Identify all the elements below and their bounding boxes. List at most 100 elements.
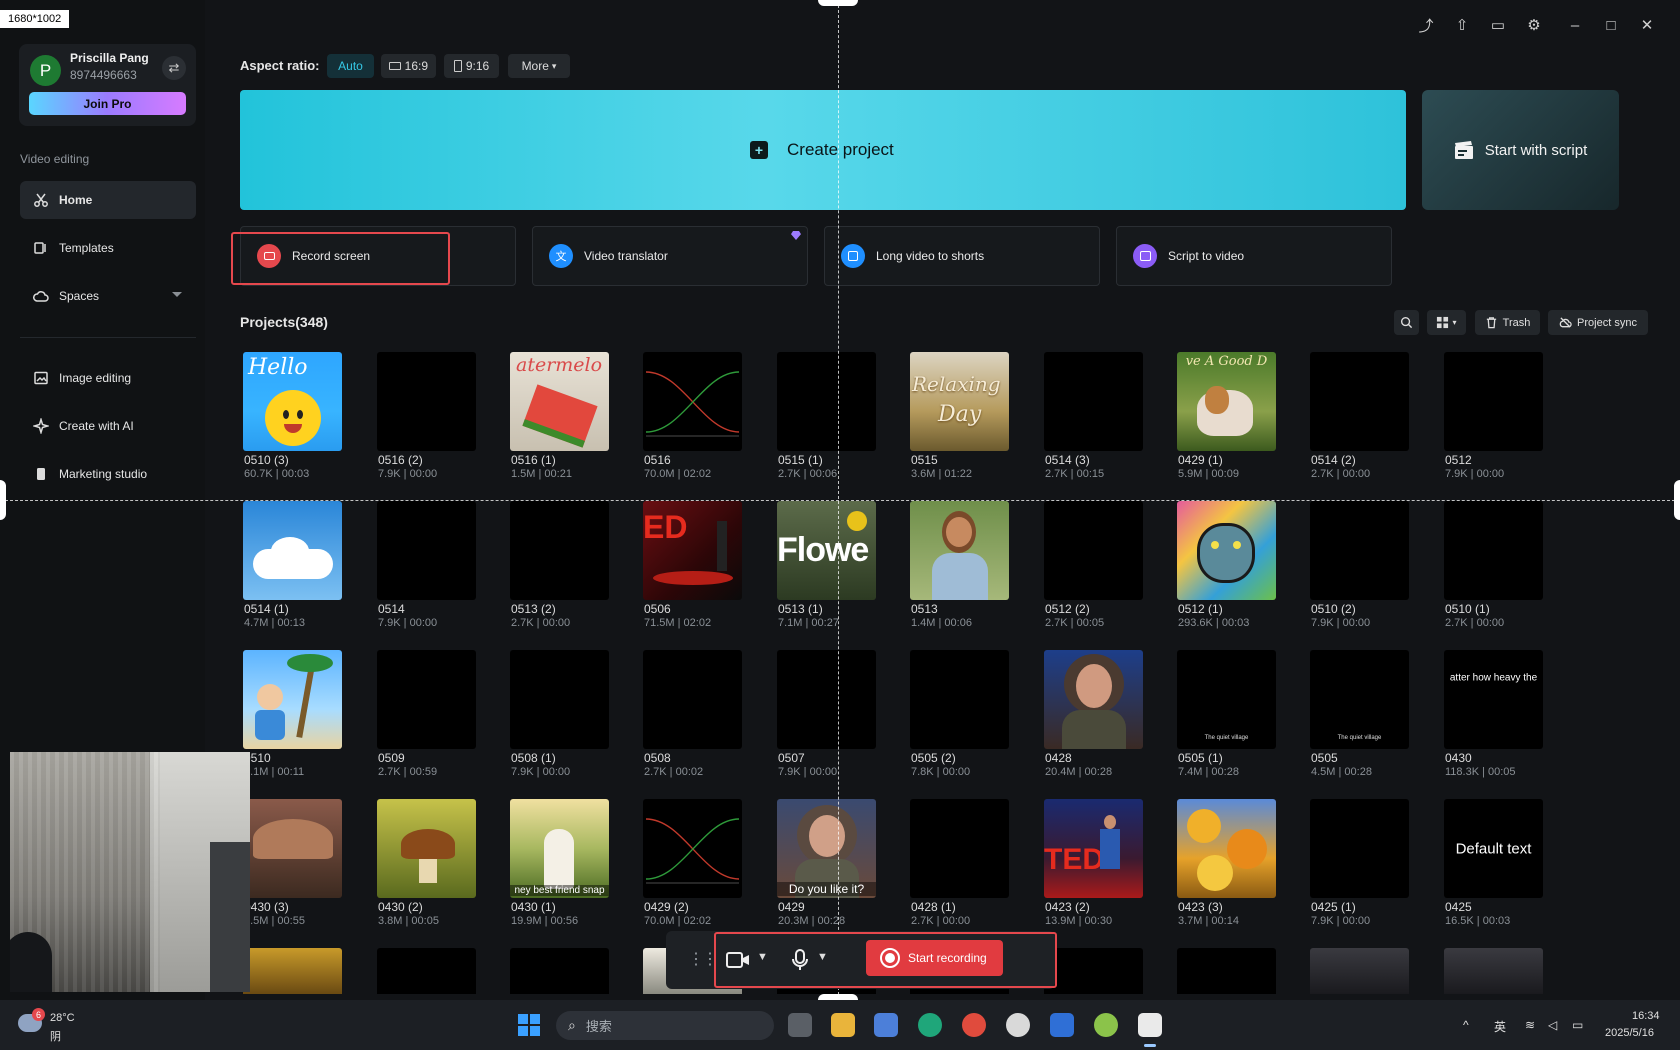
project-thumbnail[interactable]: [243, 501, 342, 600]
resize-handle-top[interactable]: [818, 0, 858, 6]
project-thumbnail[interactable]: [1310, 799, 1409, 898]
capcut-taskbar-icon[interactable]: [1138, 1013, 1162, 1037]
trash-button[interactable]: Trash: [1475, 310, 1540, 335]
search-button[interactable]: [1394, 310, 1419, 335]
project-thumbnail[interactable]: [910, 501, 1009, 600]
battery-icon[interactable]: ▭: [1572, 1018, 1583, 1032]
project-thumbnail[interactable]: [1044, 650, 1143, 749]
project-thumbnail[interactable]: [1177, 799, 1276, 898]
create-project-button[interactable]: + Create project: [240, 90, 1406, 210]
project-thumbnail[interactable]: [1444, 501, 1543, 600]
minimize-icon[interactable]: –: [1566, 16, 1584, 34]
project-thumbnail[interactable]: TED: [1044, 799, 1143, 898]
edge-icon[interactable]: [918, 1013, 942, 1037]
volume-icon[interactable]: ◁: [1548, 1018, 1557, 1032]
project-thumbnail-partial[interactable]: [1177, 948, 1276, 994]
project-thumbnail[interactable]: [777, 650, 876, 749]
share-icon[interactable]: ⤴: [1417, 16, 1435, 34]
project-thumbnail[interactable]: [243, 799, 342, 898]
project-thumbnail[interactable]: [1044, 352, 1143, 451]
project-thumbnail[interactable]: [910, 650, 1009, 749]
project-thumbnail[interactable]: The quiet village: [1310, 650, 1409, 749]
aspect-more-button[interactable]: More▾: [508, 54, 570, 78]
project-thumbnail[interactable]: [910, 799, 1009, 898]
store-icon[interactable]: [874, 1013, 898, 1037]
tool-script-to-video[interactable]: Script to video: [1116, 226, 1392, 286]
task-view-icon[interactable]: [788, 1013, 812, 1037]
aspect-9-16-button[interactable]: 9:16: [444, 54, 499, 78]
project-thumbnail-partial[interactable]: [1044, 948, 1143, 994]
project-thumbnail[interactable]: ve A Good D: [1177, 352, 1276, 451]
project-thumbnail[interactable]: [510, 501, 609, 600]
feedback-icon[interactable]: ▭: [1489, 16, 1507, 34]
sidebar-item-image-editing[interactable]: Image editing: [20, 359, 196, 397]
aspect-auto-button[interactable]: Auto: [327, 54, 374, 78]
settings-icon[interactable]: ⚙: [1525, 16, 1543, 34]
sidebar-item-templates[interactable]: Templates: [20, 229, 196, 267]
project-thumbnail[interactable]: The quiet village: [1177, 650, 1276, 749]
webcam-preview[interactable]: [10, 752, 250, 992]
project-thumbnail[interactable]: atter how heavy the: [1444, 650, 1543, 749]
sidebar-item-spaces[interactable]: Spaces: [20, 277, 196, 315]
project-thumbnail[interactable]: [1444, 352, 1543, 451]
tray-chevron-icon[interactable]: ^: [1463, 1018, 1469, 1032]
upload-icon[interactable]: ⇧: [1453, 16, 1471, 34]
project-thumbnail[interactable]: [643, 799, 742, 898]
drag-handle-icon[interactable]: ⋮⋮: [688, 949, 716, 969]
windows-start-icon[interactable]: [518, 1014, 540, 1036]
chrome-icon[interactable]: [962, 1013, 986, 1037]
project-thumbnail-partial[interactable]: [377, 948, 476, 994]
project-thumbnail[interactable]: [1044, 501, 1143, 600]
project-thumbnail[interactable]: [510, 650, 609, 749]
project-thumbnail[interactable]: [643, 352, 742, 451]
project-sync-button[interactable]: Project sync: [1548, 310, 1648, 335]
app-icon-2[interactable]: [1094, 1013, 1118, 1037]
project-thumbnail-partial[interactable]: [1444, 948, 1543, 994]
resize-handle-right[interactable]: [1674, 480, 1680, 520]
project-thumbnail[interactable]: [1310, 501, 1409, 600]
sidebar-item-home[interactable]: Home: [20, 181, 196, 219]
sidebar-item-marketing-studio[interactable]: Marketing studio: [20, 455, 196, 493]
project-thumbnail[interactable]: ED: [643, 501, 742, 600]
project-thumbnail[interactable]: ney best friend snap: [510, 799, 609, 898]
project-thumbnail[interactable]: Flowe: [777, 501, 876, 600]
project-thumbnail[interactable]: [243, 650, 342, 749]
project-thumbnail[interactable]: Default text: [1444, 799, 1543, 898]
project-thumbnail-partial[interactable]: [510, 948, 609, 994]
taskbar-search[interactable]: ⌕ 搜索: [556, 1011, 774, 1040]
project-thumbnail[interactable]: [1177, 501, 1276, 600]
clock-date[interactable]: 2025/5/16: [1605, 1027, 1654, 1039]
resize-handle-left[interactable]: [0, 480, 6, 520]
ime-indicator[interactable]: 英: [1494, 1018, 1506, 1035]
close-icon[interactable]: ✕: [1638, 16, 1656, 34]
project-thumbnail[interactable]: [377, 501, 476, 600]
project-thumbnail[interactable]: [377, 650, 476, 749]
project-thumbnail[interactable]: Hello: [243, 352, 342, 451]
project-thumbnail[interactable]: [1310, 352, 1409, 451]
avatar[interactable]: P: [30, 55, 61, 86]
tool-video-translator[interactable]: 文 Video translator: [532, 226, 808, 286]
project-thumbnail[interactable]: [643, 650, 742, 749]
project-thumbnail-partial[interactable]: [1310, 948, 1409, 994]
switch-account-icon[interactable]: ⇄: [162, 56, 186, 80]
view-toggle-button[interactable]: ▾: [1427, 310, 1466, 335]
maximize-icon[interactable]: □: [1602, 16, 1620, 34]
start-with-script-button[interactable]: Start with script: [1422, 90, 1619, 210]
project-thumbnail[interactable]: [777, 352, 876, 451]
sidebar-item-create-with-ai[interactable]: Create with AI: [20, 407, 196, 445]
tool-long-video-to-shorts[interactable]: Long video to shorts: [824, 226, 1100, 286]
app-icon[interactable]: [1050, 1013, 1074, 1037]
project-thumbnail[interactable]: RelaxingDay: [910, 352, 1009, 451]
chevron-down-icon[interactable]: [172, 292, 182, 297]
join-pro-button[interactable]: Join Pro: [29, 92, 186, 115]
file-explorer-icon[interactable]: [831, 1013, 855, 1037]
wifi-icon[interactable]: ≋: [1525, 1018, 1535, 1032]
project-thumbnail[interactable]: atermelo: [510, 352, 609, 451]
project-thumbnail-partial[interactable]: [243, 948, 342, 994]
project-thumbnail[interactable]: [377, 799, 476, 898]
project-thumbnail[interactable]: [377, 352, 476, 451]
aspect-16-9-button[interactable]: 16:9: [381, 54, 436, 78]
qq-icon[interactable]: [1006, 1013, 1030, 1037]
clock-time[interactable]: 16:34: [1632, 1010, 1660, 1022]
project-thumbnail[interactable]: Do you like it?: [777, 799, 876, 898]
